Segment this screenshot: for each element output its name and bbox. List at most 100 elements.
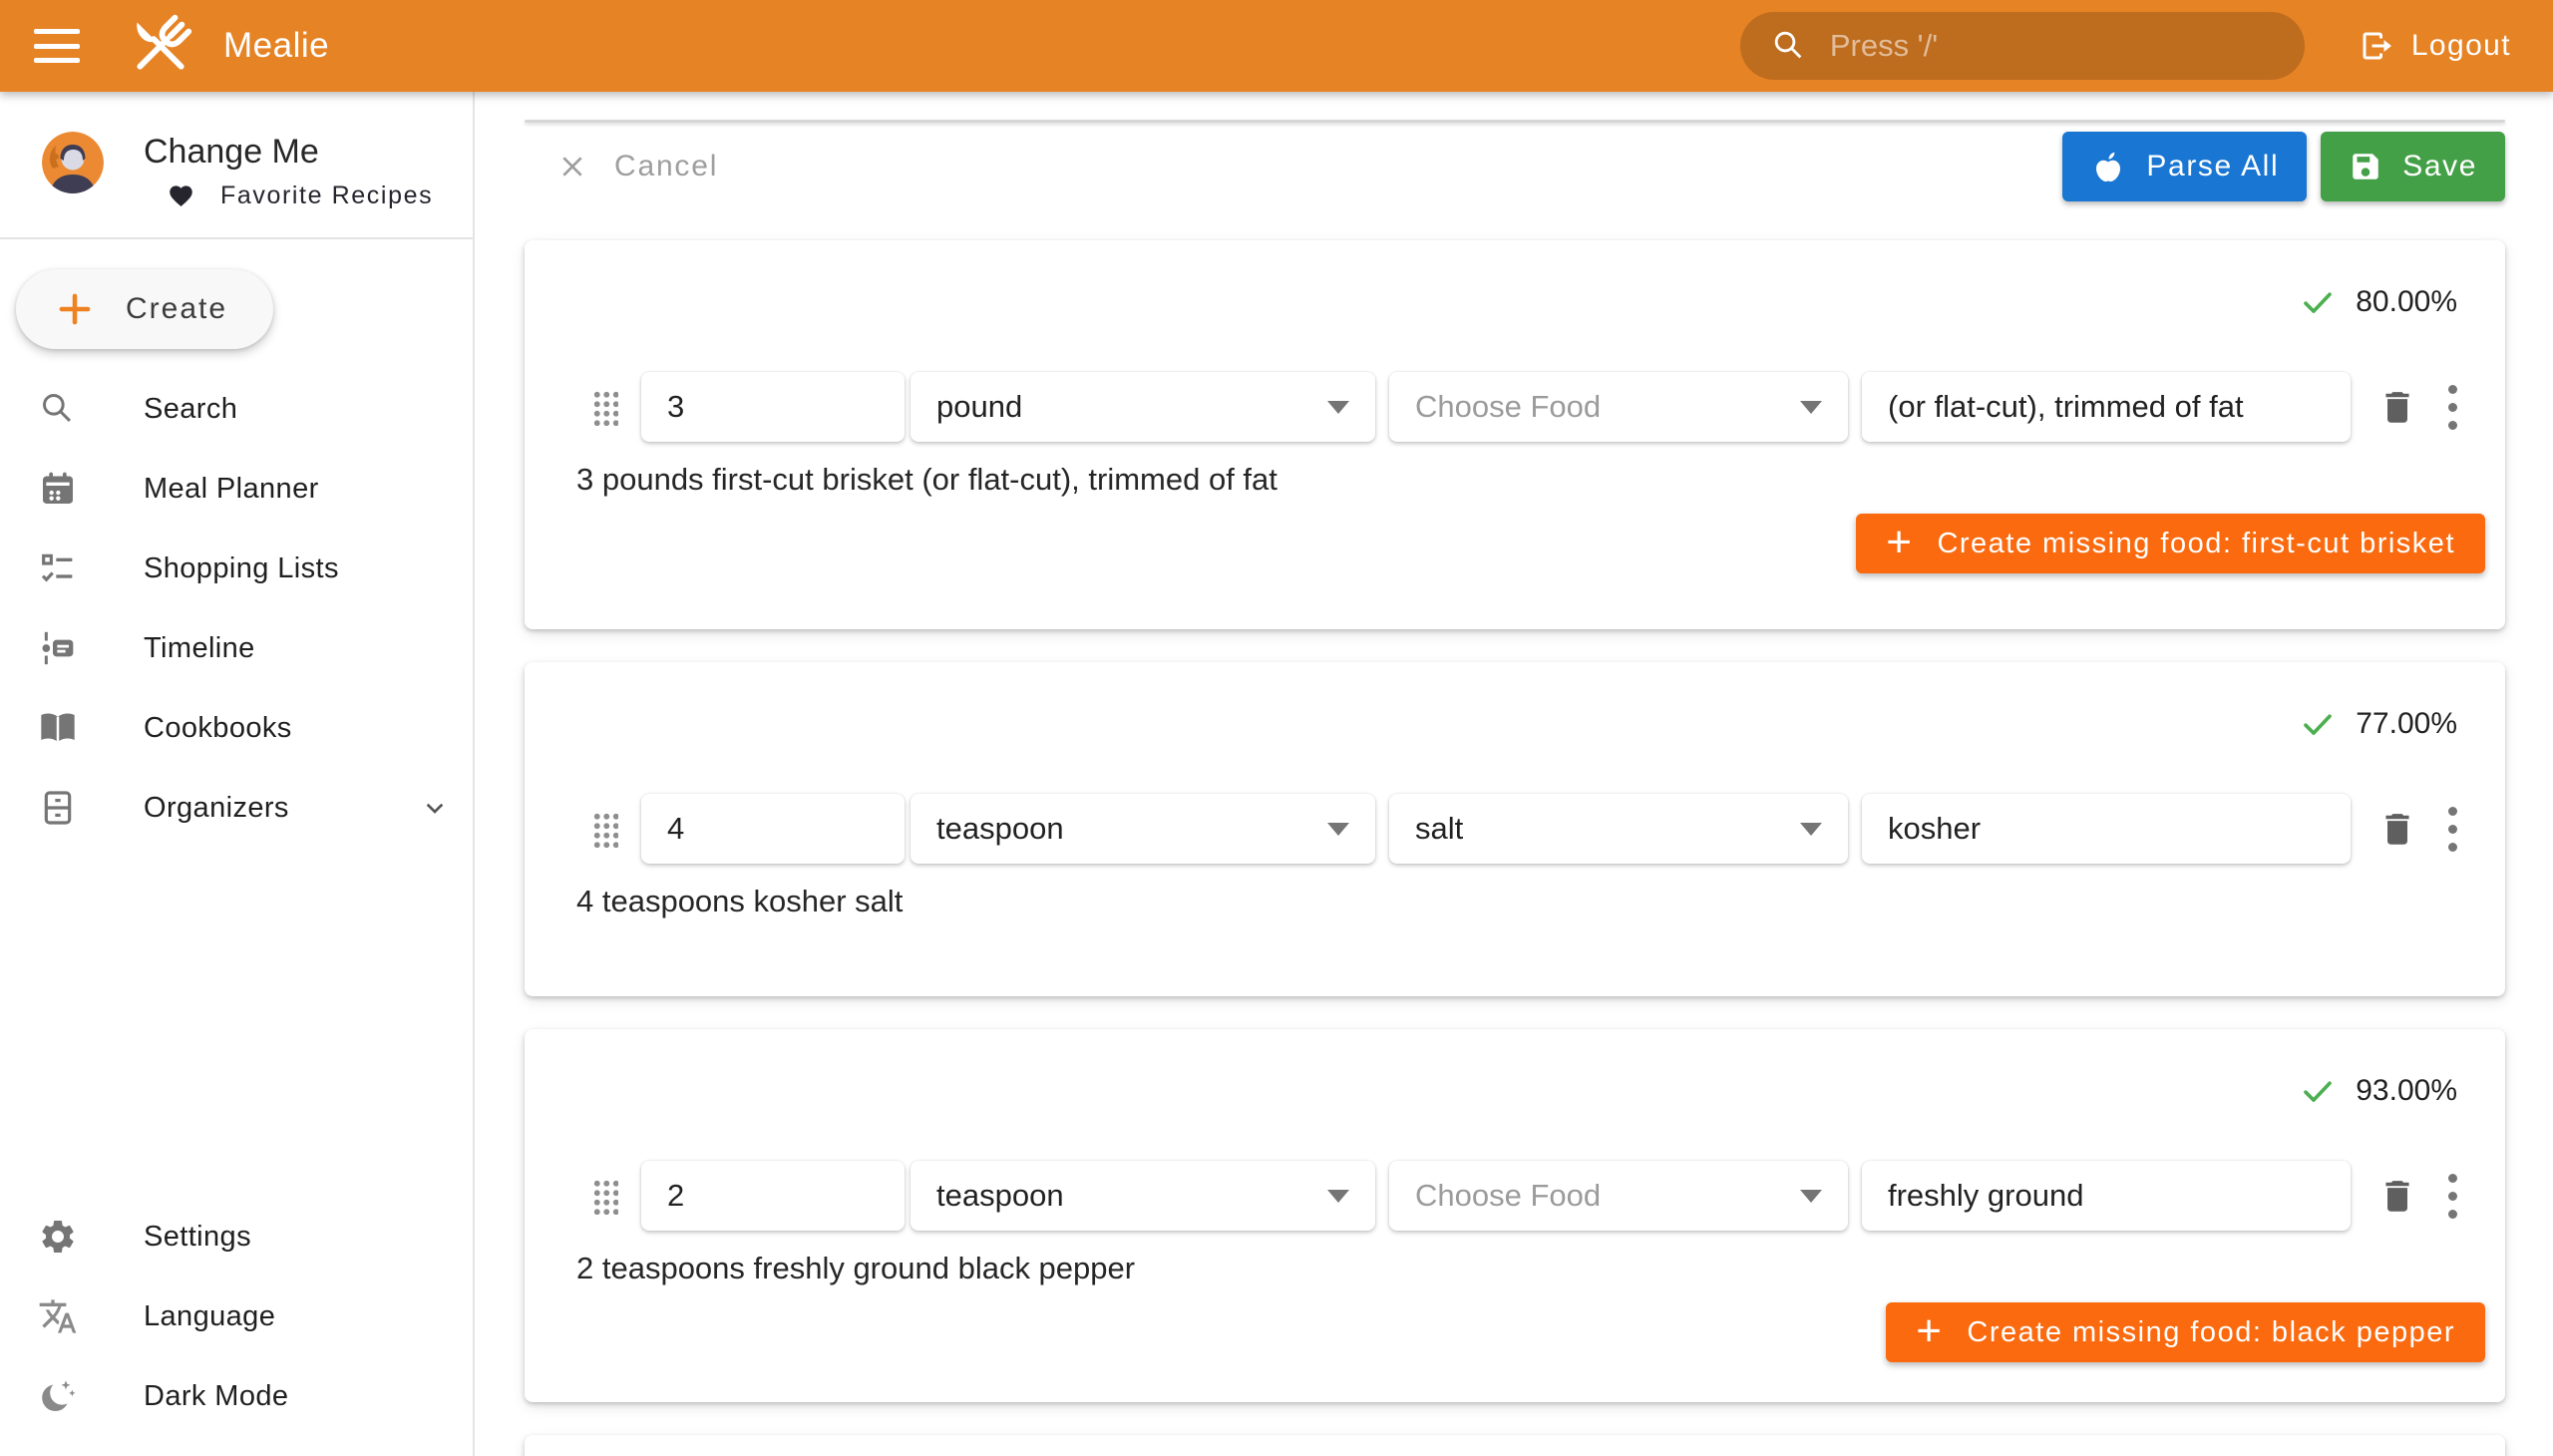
caret-down-icon: [1327, 401, 1349, 414]
parser-toolbar: Cancel Parse All Save: [525, 131, 2505, 202]
delete-icon[interactable]: [2376, 1175, 2418, 1217]
drag-handle-icon[interactable]: [591, 1178, 618, 1215]
ingredient-fields-row: [579, 794, 2461, 864]
calendar-icon: [38, 469, 78, 509]
delete-icon[interactable]: [2376, 808, 2418, 850]
search-input[interactable]: Press '/': [1740, 12, 2305, 80]
sidebar-item-organizers[interactable]: Organizers: [0, 768, 473, 848]
original-ingredient-text: 2 teaspoons freshly ground black pepper: [576, 1251, 1135, 1286]
caret-down-icon: [1800, 823, 1822, 836]
search-icon: [1770, 27, 1808, 65]
mealie-logo-icon: [122, 7, 199, 85]
food-select[interactable]: [1389, 1161, 1848, 1231]
food-select[interactable]: [1389, 372, 1848, 442]
parse-all-button[interactable]: Parse All: [2062, 132, 2307, 201]
appbar: Mealie Press '/' Logout: [0, 0, 2553, 92]
save-label: Save: [2402, 150, 2477, 183]
create-missing-food-button[interactable]: + Create missing food: black pepper: [1886, 1302, 2485, 1362]
sidebar-item-settings[interactable]: Settings: [0, 1197, 473, 1276]
confidence-row: 77.00%: [2300, 706, 2457, 742]
cancel-label: Cancel: [614, 150, 718, 183]
plus-icon: [54, 288, 96, 330]
logout-icon: [2359, 28, 2394, 64]
menu-icon[interactable]: [34, 29, 80, 63]
logout-label: Logout: [2411, 29, 2511, 63]
sidebar-item-shopping-lists[interactable]: Shopping Lists: [0, 529, 473, 608]
chevron-down-icon[interactable]: [419, 792, 451, 824]
ingredient-card-partial: [525, 1435, 2505, 1456]
ingredient-card: 93.00% 2 teaspoons freshly ground black …: [525, 1029, 2505, 1402]
sidebar-item-label: Shopping Lists: [144, 552, 339, 585]
app-title: Mealie: [223, 26, 329, 66]
timeline-icon: [38, 628, 78, 668]
sidebar-item-timeline[interactable]: Timeline: [0, 608, 473, 688]
caret-down-icon: [1327, 1190, 1349, 1203]
quantity-input[interactable]: [641, 372, 905, 442]
food-select[interactable]: [1389, 794, 1848, 864]
sidebar-item-label: Organizers: [144, 792, 289, 825]
note-input[interactable]: [1862, 794, 2351, 864]
apple-icon: [2090, 149, 2126, 184]
favorites-label: Favorite Recipes: [220, 182, 433, 210]
search-placeholder: Press '/': [1830, 28, 1938, 64]
unit-select[interactable]: [911, 1161, 1375, 1231]
sidebar-bottom: Settings Language Dark Mode: [0, 1197, 473, 1456]
search-icon: [38, 389, 78, 429]
create-missing-food-label: Create missing food: first-cut brisket: [1937, 528, 2455, 560]
sidebar-item-meal-planner[interactable]: Meal Planner: [0, 449, 473, 529]
confidence-row: 93.00%: [2300, 1073, 2457, 1109]
ingredient-cards: 80.00% 3 pounds first-cut brisket (or fl…: [525, 240, 2505, 1456]
sidebar-item-label: Language: [144, 1300, 275, 1333]
sidebar-divider: [0, 237, 473, 239]
check-icon: [2300, 1073, 2336, 1109]
sidebar-item-label: Cookbooks: [144, 712, 292, 745]
quantity-input[interactable]: [641, 794, 905, 864]
cabinet-icon: [38, 788, 78, 828]
cancel-button[interactable]: Cancel: [550, 149, 724, 184]
translate-icon: [38, 1296, 78, 1336]
note-input[interactable]: [1862, 1161, 2351, 1231]
drag-handle-icon[interactable]: [591, 389, 618, 426]
sidebar-item-label: Dark Mode: [144, 1380, 288, 1413]
create-button[interactable]: Create: [16, 269, 273, 349]
drag-handle-icon[interactable]: [591, 811, 618, 848]
confidence-value: 80.00%: [2356, 285, 2457, 319]
confidence-row: 80.00%: [2300, 284, 2457, 320]
sidebar-item-dark-mode[interactable]: Dark Mode: [0, 1356, 473, 1436]
save-icon: [2349, 150, 2382, 183]
ingredient-card: 80.00% 3 pounds first-cut brisket (or fl…: [525, 240, 2505, 629]
moon-icon: [38, 1376, 78, 1416]
caret-down-icon: [1327, 823, 1349, 836]
sidebar-item-cookbooks[interactable]: Cookbooks: [0, 688, 473, 768]
create-missing-food-label: Create missing food: black pepper: [1967, 1316, 2455, 1349]
more-options-icon[interactable]: [2448, 1174, 2458, 1219]
sidebar-item-label: Search: [144, 393, 237, 426]
quantity-input[interactable]: [641, 1161, 905, 1231]
unit-select[interactable]: [911, 372, 1375, 442]
avatar[interactable]: [42, 132, 104, 193]
favorite-recipes-link[interactable]: Favorite Recipes: [168, 182, 433, 210]
delete-icon[interactable]: [2376, 386, 2418, 428]
more-options-icon[interactable]: [2448, 385, 2458, 430]
sidebar-item-search[interactable]: Search: [0, 369, 473, 449]
sidebar-item-label: Settings: [144, 1221, 251, 1254]
gear-icon: [38, 1217, 78, 1257]
unit-select[interactable]: [911, 794, 1375, 864]
sidebar-item-language[interactable]: Language: [0, 1276, 473, 1356]
original-ingredient-text: 4 teaspoons kosher salt: [576, 884, 903, 919]
sidebar-item-label: Meal Planner: [144, 473, 319, 506]
create-label: Create: [126, 292, 227, 326]
logout-button[interactable]: Logout: [2347, 11, 2523, 81]
parse-all-label: Parse All: [2146, 150, 2279, 183]
user-block: Change Me Favorite Recipes: [0, 92, 473, 193]
more-options-icon[interactable]: [2448, 807, 2458, 852]
sidebar: Change Me Favorite Recipes Create Search: [0, 92, 475, 1456]
note-input[interactable]: [1862, 372, 2351, 442]
sidebar-item-label: Timeline: [144, 632, 255, 665]
user-name: Change Me: [144, 132, 433, 172]
save-button[interactable]: Save: [2321, 132, 2505, 201]
create-missing-food-button[interactable]: + Create missing food: first-cut brisket: [1856, 514, 2485, 573]
book-icon: [38, 708, 78, 748]
ingredient-card: 77.00% 4 teaspoons kosher salt: [525, 662, 2505, 996]
check-icon: [2300, 706, 2336, 742]
